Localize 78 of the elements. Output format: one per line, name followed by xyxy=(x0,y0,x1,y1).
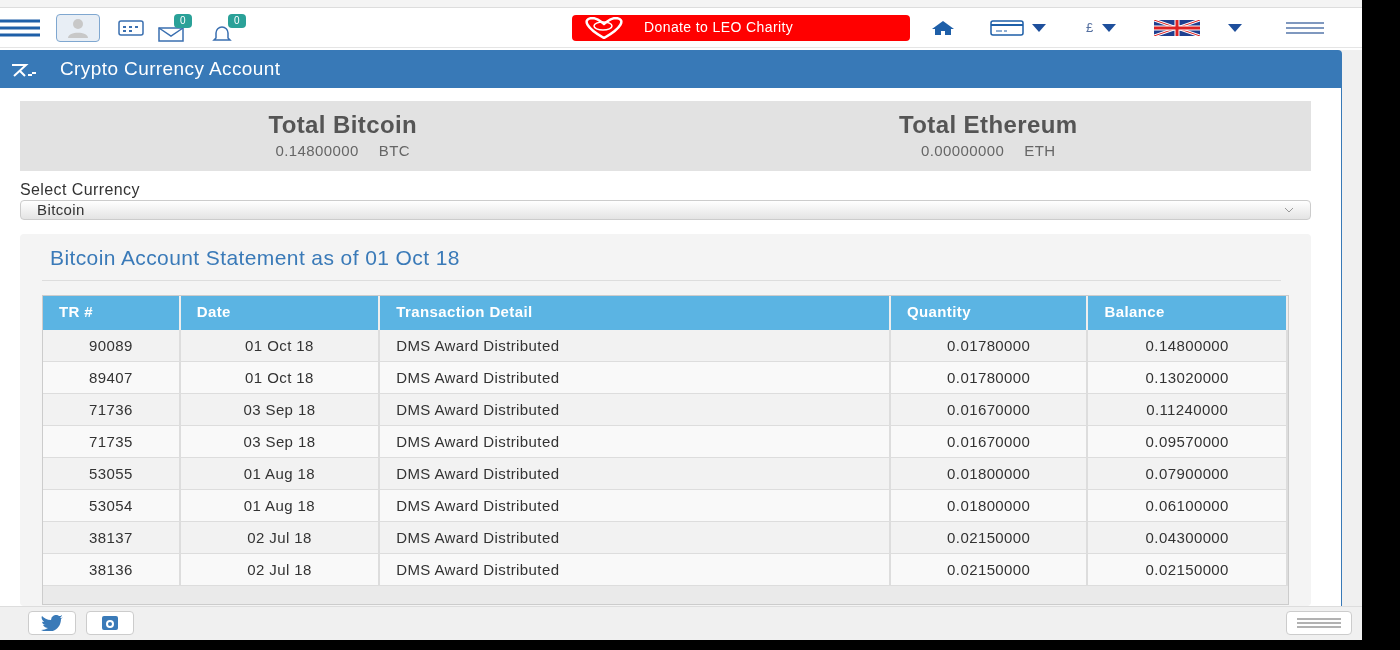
table-cell: DMS Award Distributed xyxy=(380,329,891,362)
currency-selector[interactable]: £ xyxy=(1086,17,1094,38)
table-cell: 0.02150000 xyxy=(1088,553,1288,586)
table-cell: 02 Jul 18 xyxy=(180,521,381,554)
avatar-icon xyxy=(67,17,89,38)
table-cell: 71735 xyxy=(43,425,181,458)
total-amount: 0.00000000 xyxy=(921,140,1005,161)
column-header: TR # xyxy=(43,295,181,330)
table-cell: 0.09570000 xyxy=(1088,425,1288,458)
select-label: Select Currency xyxy=(20,180,141,200)
table-cell: 0.06100000 xyxy=(1088,489,1288,522)
table-cell: 0.01800000 xyxy=(890,489,1089,522)
table-cell: 01 Oct 18 xyxy=(180,361,381,394)
column-header: Transaction Detail xyxy=(380,295,891,330)
table-cell: 01 Aug 18 xyxy=(180,489,381,522)
table-cell: 0.11240000 xyxy=(1088,393,1288,426)
column-header: Quantity xyxy=(890,295,1089,330)
mail-icon[interactable] xyxy=(158,25,184,42)
table-cell: 53055 xyxy=(43,457,181,490)
table-cell: 03 Sep 18 xyxy=(180,425,381,458)
table-cell: 38136 xyxy=(43,553,181,586)
table-cell: 71736 xyxy=(43,393,181,426)
table-cell: 03 Sep 18 xyxy=(180,393,381,426)
table-cell: 38137 xyxy=(43,521,181,554)
caret-icon xyxy=(1227,23,1242,32)
table-cell: 0.01800000 xyxy=(890,457,1089,490)
column-header: Balance xyxy=(1088,295,1288,330)
chevron-icon xyxy=(1284,207,1294,213)
total-title: Total Bitcoin xyxy=(268,109,418,140)
table-cell: 0.01780000 xyxy=(890,361,1089,394)
calendar-icon[interactable] xyxy=(118,19,144,36)
table-cell: 53054 xyxy=(43,489,181,522)
table-cell: DMS Award Distributed xyxy=(380,521,891,554)
camera-icon xyxy=(101,615,119,631)
currency-select[interactable]: Bitcoin xyxy=(20,200,1311,220)
table-cell: 0.02150000 xyxy=(890,553,1089,586)
table-cell: 0.13020000 xyxy=(1088,361,1288,394)
home-icon[interactable] xyxy=(932,20,954,35)
table-cell: 0.14800000 xyxy=(1088,329,1288,362)
total-unit: ETH xyxy=(1024,140,1056,161)
table-cell: 0.01780000 xyxy=(890,329,1089,362)
twitter-button[interactable] xyxy=(28,611,76,635)
statement-title: Bitcoin Account Statement as of 01 Oct 18 xyxy=(42,242,1281,281)
table-cell: DMS Award Distributed xyxy=(380,489,891,522)
table-cell: DMS Award Distributed xyxy=(380,457,891,490)
total-amount: 0.14800000 xyxy=(275,140,359,161)
table-cell: DMS Award Distributed xyxy=(380,553,891,586)
column-header: Date xyxy=(180,295,381,330)
table-cell: 0.02150000 xyxy=(890,521,1089,554)
page-title: Crypto Currency Account xyxy=(60,56,281,81)
mail-badge: 0 xyxy=(174,13,192,28)
more-menu-icon[interactable] xyxy=(1285,20,1324,35)
bird-icon xyxy=(41,615,63,631)
caret-icon xyxy=(1101,23,1116,32)
bell-icon[interactable] xyxy=(212,25,232,42)
table-cell: 0.01670000 xyxy=(890,393,1089,426)
caret-icon xyxy=(1032,23,1046,32)
table-cell: 01 Aug 18 xyxy=(180,457,381,490)
logo-icon xyxy=(10,61,38,77)
table-cell: DMS Award Distributed xyxy=(380,425,891,458)
table-cell: 0.07900000 xyxy=(1088,457,1288,490)
table-cell: DMS Award Distributed xyxy=(380,361,891,394)
total-title: Total Ethereum xyxy=(899,109,1078,140)
total-unit: BTC xyxy=(378,140,410,161)
menu-icon[interactable] xyxy=(0,18,40,37)
table-cell: DMS Award Distributed xyxy=(380,393,891,426)
card-icon[interactable] xyxy=(990,19,1024,36)
table-cell: 0.04300000 xyxy=(1088,521,1288,554)
flag-icon[interactable] xyxy=(1153,19,1200,36)
instagram-button[interactable] xyxy=(86,611,134,635)
table-cell: 0.01670000 xyxy=(890,425,1089,458)
table-cell: 02 Jul 18 xyxy=(180,553,381,586)
menu-icon xyxy=(1297,617,1341,629)
donate-button[interactable]: Donate to LEO Charity xyxy=(572,14,910,41)
notification-badge: 0 xyxy=(228,13,246,28)
table-cell: 89407 xyxy=(43,361,181,394)
table-cell: 01 Oct 18 xyxy=(180,329,381,362)
table-cell: 90089 xyxy=(43,329,181,362)
